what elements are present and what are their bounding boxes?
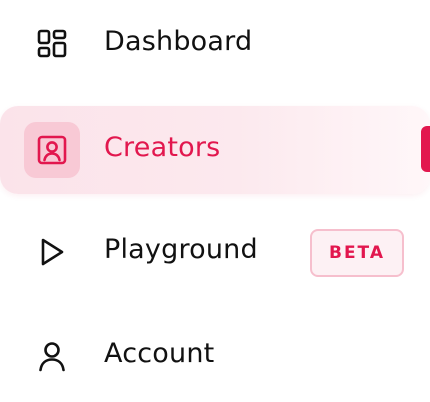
nav-item-label: Account bbox=[104, 338, 215, 369]
nav-item-creators[interactable]: Creators bbox=[0, 104, 430, 194]
sidebar-nav: Dashboard Creators Playground BETA Accou… bbox=[0, 0, 430, 402]
dashboard-grid-icon bbox=[24, 16, 80, 72]
creator-portrait-icon bbox=[24, 122, 80, 178]
nav-item-label: Playground bbox=[104, 234, 258, 265]
nav-item-label: Creators bbox=[104, 132, 221, 163]
nav-item-account[interactable]: Account bbox=[0, 312, 430, 400]
active-indicator-bar bbox=[421, 126, 430, 172]
nav-item-dashboard[interactable]: Dashboard bbox=[0, 0, 430, 88]
beta-badge: BETA bbox=[310, 229, 404, 277]
user-icon bbox=[24, 328, 80, 384]
nav-item-playground[interactable]: Playground BETA bbox=[0, 208, 430, 296]
nav-item-label: Dashboard bbox=[104, 26, 253, 57]
play-icon bbox=[24, 224, 80, 280]
